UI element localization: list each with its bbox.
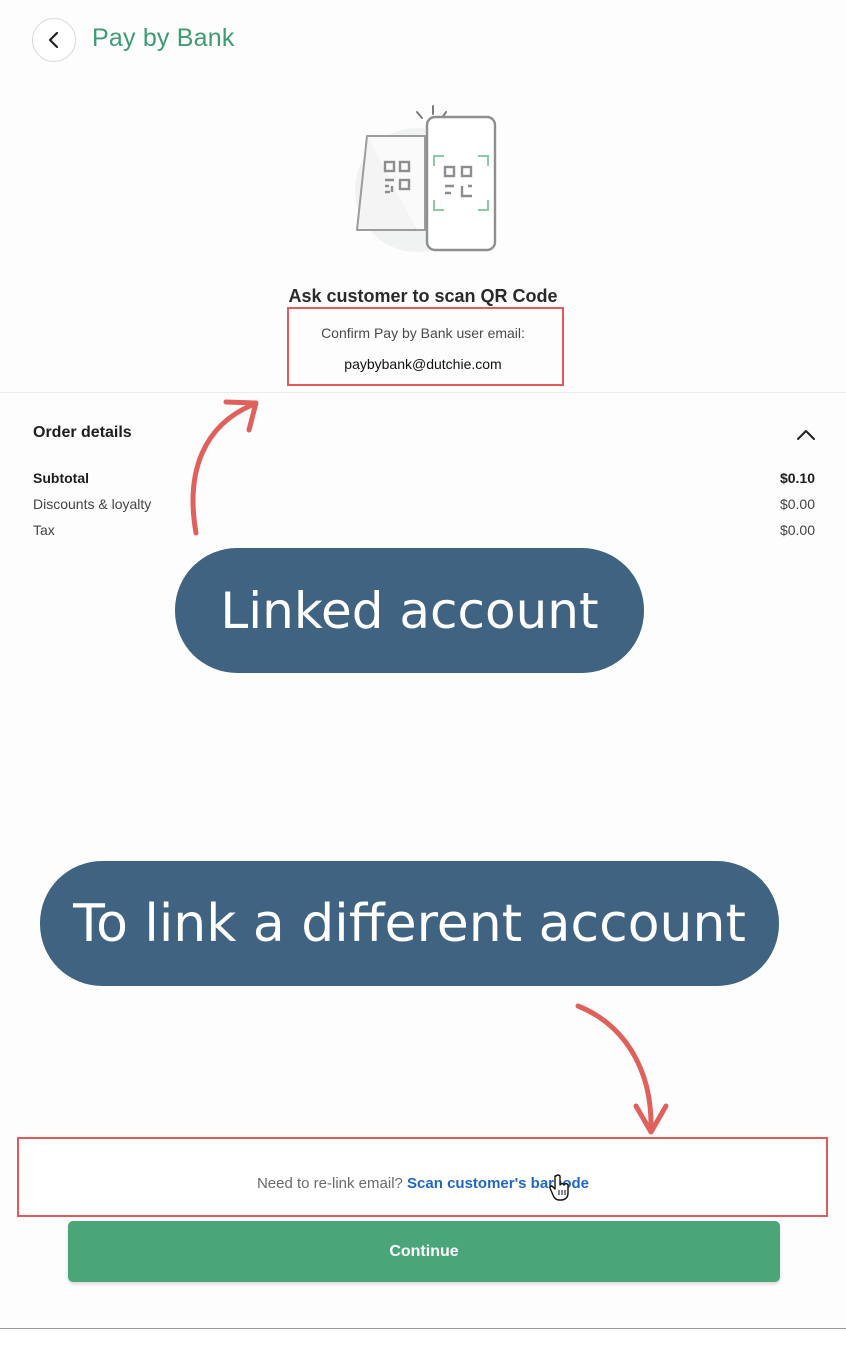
tax-label: Tax	[33, 522, 55, 538]
back-button[interactable]	[32, 18, 76, 62]
scan-instruction-title: Ask customer to scan QR Code	[288, 286, 558, 306]
discounts-value: $0.00	[779, 496, 815, 512]
chevron-up-icon[interactable]	[794, 424, 818, 444]
relink-text: Need to re-link email?	[256, 1175, 403, 1192]
email-highlight-box	[287, 307, 564, 386]
linked-account-callout: Linked account	[175, 548, 644, 673]
email-confirm-label: Confirm Pay by Bank user email:	[321, 325, 525, 341]
chevron-left-icon	[48, 31, 59, 49]
qr-scan-illustration-icon	[355, 105, 497, 252]
page-title: Pay by Bank	[92, 24, 235, 52]
link-different-account-callout: To link a different account	[40, 861, 779, 986]
subtotal-label: Subtotal	[33, 470, 89, 486]
relink-prompt: Need to re-link email? Scan customer's b…	[0, 1175, 846, 1192]
linked-email-value: paybybank@dutchie.com	[344, 356, 502, 372]
pay-by-bank-screen: Pay by Bank Ask customer to scan QR Code…	[0, 0, 846, 1329]
discounts-label: Discounts & loyalty	[33, 496, 152, 512]
tax-row: Tax $0.00	[33, 522, 815, 542]
section-divider	[0, 392, 846, 393]
continue-button[interactable]: Continue	[68, 1221, 780, 1282]
subtotal-value: $0.10	[779, 470, 815, 486]
hand-pointer-icon	[549, 1174, 569, 1201]
discounts-row: Discounts & loyalty $0.00	[33, 496, 815, 516]
subtotal-row: Subtotal $0.10	[33, 470, 815, 490]
tax-value: $0.00	[779, 522, 815, 538]
order-details-title: Order details	[33, 424, 132, 441]
